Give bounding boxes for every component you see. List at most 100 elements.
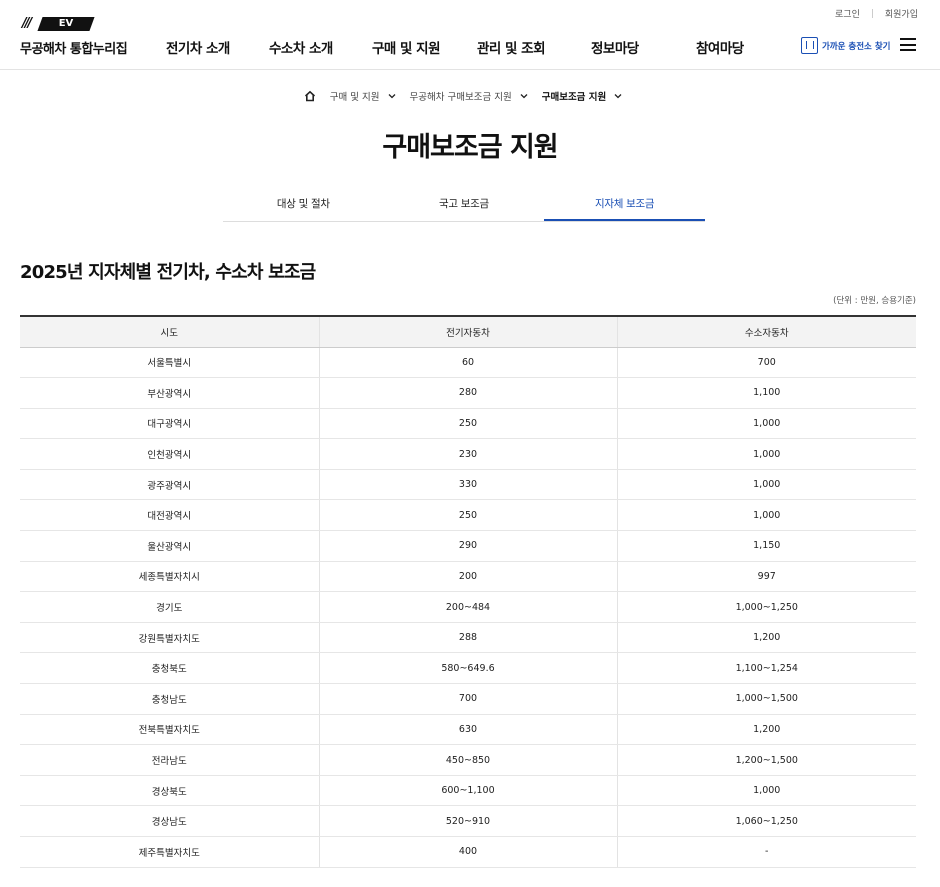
table-row: 전라남도 450~850 1,200~1,500 <box>20 744 916 776</box>
ev-cell: 290 <box>318 530 617 562</box>
unit-note: (단위 : 만원, 승용기준) <box>833 296 916 306</box>
ev-cell: 200~484 <box>318 591 617 623</box>
region-cell: 대구광역시 <box>20 408 319 440</box>
table-row: 인천광역시 230 1,000 <box>20 438 916 470</box>
ev-cell: 200 <box>318 561 617 593</box>
hydrogen-cell: 997 <box>616 561 916 593</box>
table-row: 충청남도 700 1,000~1,500 <box>20 683 916 715</box>
table-row: 강원특별자치도 288 1,200 <box>20 622 916 654</box>
ev-cell: 520~910 <box>318 805 617 837</box>
ev-cell: 330 <box>318 469 617 501</box>
chevron-down-icon <box>520 94 528 99</box>
page-title: 구매보조금 지원 <box>382 132 558 163</box>
table-header-row: 시도 전기자동차 수소자동차 <box>20 315 916 348</box>
table-row: 제주특별자치도 400- <box>20 836 916 868</box>
hydrogen-cell: - <box>616 836 916 868</box>
column-header-ev: 전기자동차 <box>318 315 617 348</box>
tab-list: 대상 및 절차 국고 보조금 지자체 보조금 <box>223 192 705 222</box>
table-row: 서울특별시 60 700 <box>20 347 916 379</box>
hydrogen-cell: 1,150 <box>616 530 916 562</box>
breadcrumb: 구매 및 지원 무공해차 구매보조금 지원 구매보조금 지원 <box>0 89 940 103</box>
nav-participation[interactable]: 참여마당 <box>696 37 744 57</box>
region-cell: 광주광역시 <box>20 469 319 501</box>
utility-links: 로그인 회원가입 <box>835 7 918 20</box>
region-cell: 경기도 <box>20 591 319 623</box>
chevron-down-icon <box>614 94 622 99</box>
region-cell: 충청북도 <box>20 652 319 685</box>
hydrogen-cell: 1,000 <box>616 408 916 440</box>
region-cell: 대전광역시 <box>20 499 319 532</box>
breadcrumb-item[interactable]: 구매 및 지원 <box>330 89 396 103</box>
subsidy-table: 시도 전기자동차 수소자동차 서울특별시 60 700 부산광역시 280 1,100 … <box>20 315 916 868</box>
table-row: 광주광역시 330 1,000 <box>20 469 916 501</box>
table-row: 충청북도 580~649.6 1,100~1,254 <box>20 652 916 685</box>
nav-purchase-support[interactable]: 구매 및 지원 <box>372 37 441 57</box>
region-cell: 세종특별자치시 <box>20 561 319 593</box>
site-name: 무공해차 통합누리집 <box>20 42 128 57</box>
region-cell: 울산광역시 <box>20 530 319 562</box>
table-row: 세종특별자치시 200 997 <box>20 561 916 593</box>
column-header-hydrogen: 수소자동차 <box>616 315 916 348</box>
logo-mark: /// EV <box>20 16 95 31</box>
hydrogen-cell: 1,000 <box>616 499 916 532</box>
table-row: 울산광역시 290 1,150 <box>20 530 916 562</box>
region-cell: 부산광역시 <box>20 377 319 409</box>
ev-cell: 400 <box>318 836 617 868</box>
ev-cell: 230 <box>318 438 617 470</box>
tab-local-subsidy[interactable]: 지자체 보조금 <box>544 192 705 221</box>
ev-cell: 250 <box>318 499 617 532</box>
ev-cell: 600~1,100 <box>318 775 617 807</box>
region-cell: 서울특별시 <box>20 347 319 379</box>
table-row: 경상남도 520~910 1,060~1,250 <box>20 805 916 837</box>
site-logo[interactable]: /// EV 무공해차 통합누리집 <box>20 16 130 58</box>
region-cell: 충청남도 <box>20 683 319 715</box>
nearby-charger-button[interactable]: 가까운 충전소 찾기 <box>801 37 890 54</box>
chevron-down-icon <box>388 94 395 99</box>
hydrogen-cell: 700 <box>616 347 916 379</box>
tab-national-subsidy[interactable]: 국고 보조금 <box>384 192 545 221</box>
region-cell: 인천광역시 <box>20 438 319 470</box>
hydrogen-cell: 1,000 <box>616 469 916 501</box>
hydrogen-cell: 1,100~1,254 <box>616 652 916 685</box>
region-cell: 전북특별자치도 <box>20 714 319 746</box>
table-row: 전북특별자치도 630 1,200 <box>20 714 916 746</box>
region-cell: 경상남도 <box>20 805 319 837</box>
hydrogen-cell: 1,200 <box>616 714 916 746</box>
logo-ev-badge: EV <box>37 17 95 31</box>
ev-cell: 60 <box>318 347 617 379</box>
hydrogen-cell: 1,000 <box>616 438 916 470</box>
table-row: 부산광역시 280 1,100 <box>20 377 916 409</box>
ev-cell: 630 <box>318 714 617 746</box>
column-header-region: 시도 <box>20 315 319 348</box>
nav-info[interactable]: 정보마당 <box>591 37 639 57</box>
nav-ev-intro[interactable]: 전기차 소개 <box>166 37 230 57</box>
home-icon[interactable] <box>304 90 316 102</box>
charger-label: 가까운 충전소 찾기 <box>822 41 891 52</box>
table-row: 대구광역시 250 1,000 <box>20 408 916 440</box>
region-cell: 경상북도 <box>20 775 319 807</box>
region-cell: 제주특별자치도 <box>20 836 319 868</box>
ev-cell: 580~649.6 <box>318 652 617 685</box>
hydrogen-cell: 1,000~1,250 <box>616 591 916 623</box>
nav-manage-lookup[interactable]: 관리 및 조회 <box>477 37 546 57</box>
signup-link[interactable]: 회원가입 <box>885 7 918 20</box>
divider <box>871 9 873 18</box>
breadcrumb-current[interactable]: 구매보조금 지원 <box>542 89 623 103</box>
region-cell: 강원특별자치도 <box>20 622 319 654</box>
tab-target-procedure[interactable]: 대상 및 절차 <box>223 192 384 221</box>
table-row: 경상북도 600~1,100 1,000 <box>20 775 916 807</box>
ev-cell: 280 <box>318 377 617 409</box>
ev-cell: 450~850 <box>318 744 617 776</box>
login-link[interactable]: 로그인 <box>835 7 860 20</box>
hydrogen-cell: 1,200~1,500 <box>616 744 916 776</box>
logo-stripes: /// <box>22 16 32 31</box>
menu-icon[interactable] <box>900 38 916 51</box>
breadcrumb-item[interactable]: 무공해차 구매보조금 지원 <box>410 89 528 103</box>
table-row: 대전광역시 250 1,000 <box>20 499 916 532</box>
hydrogen-cell: 1,000~1,500 <box>616 683 916 715</box>
nav-hydrogen-intro[interactable]: 수소차 소개 <box>269 37 333 57</box>
site-header: /// EV 무공해차 통합누리집 로그인 회원가입 전기차 소개 수소차 소개… <box>0 0 940 70</box>
ev-cell: 700 <box>318 683 617 715</box>
section-title: 2025년 지자체별 전기차, 수소차 보조금 <box>20 262 316 283</box>
table-row: 경기도 200~484 1,000~1,250 <box>20 591 916 623</box>
